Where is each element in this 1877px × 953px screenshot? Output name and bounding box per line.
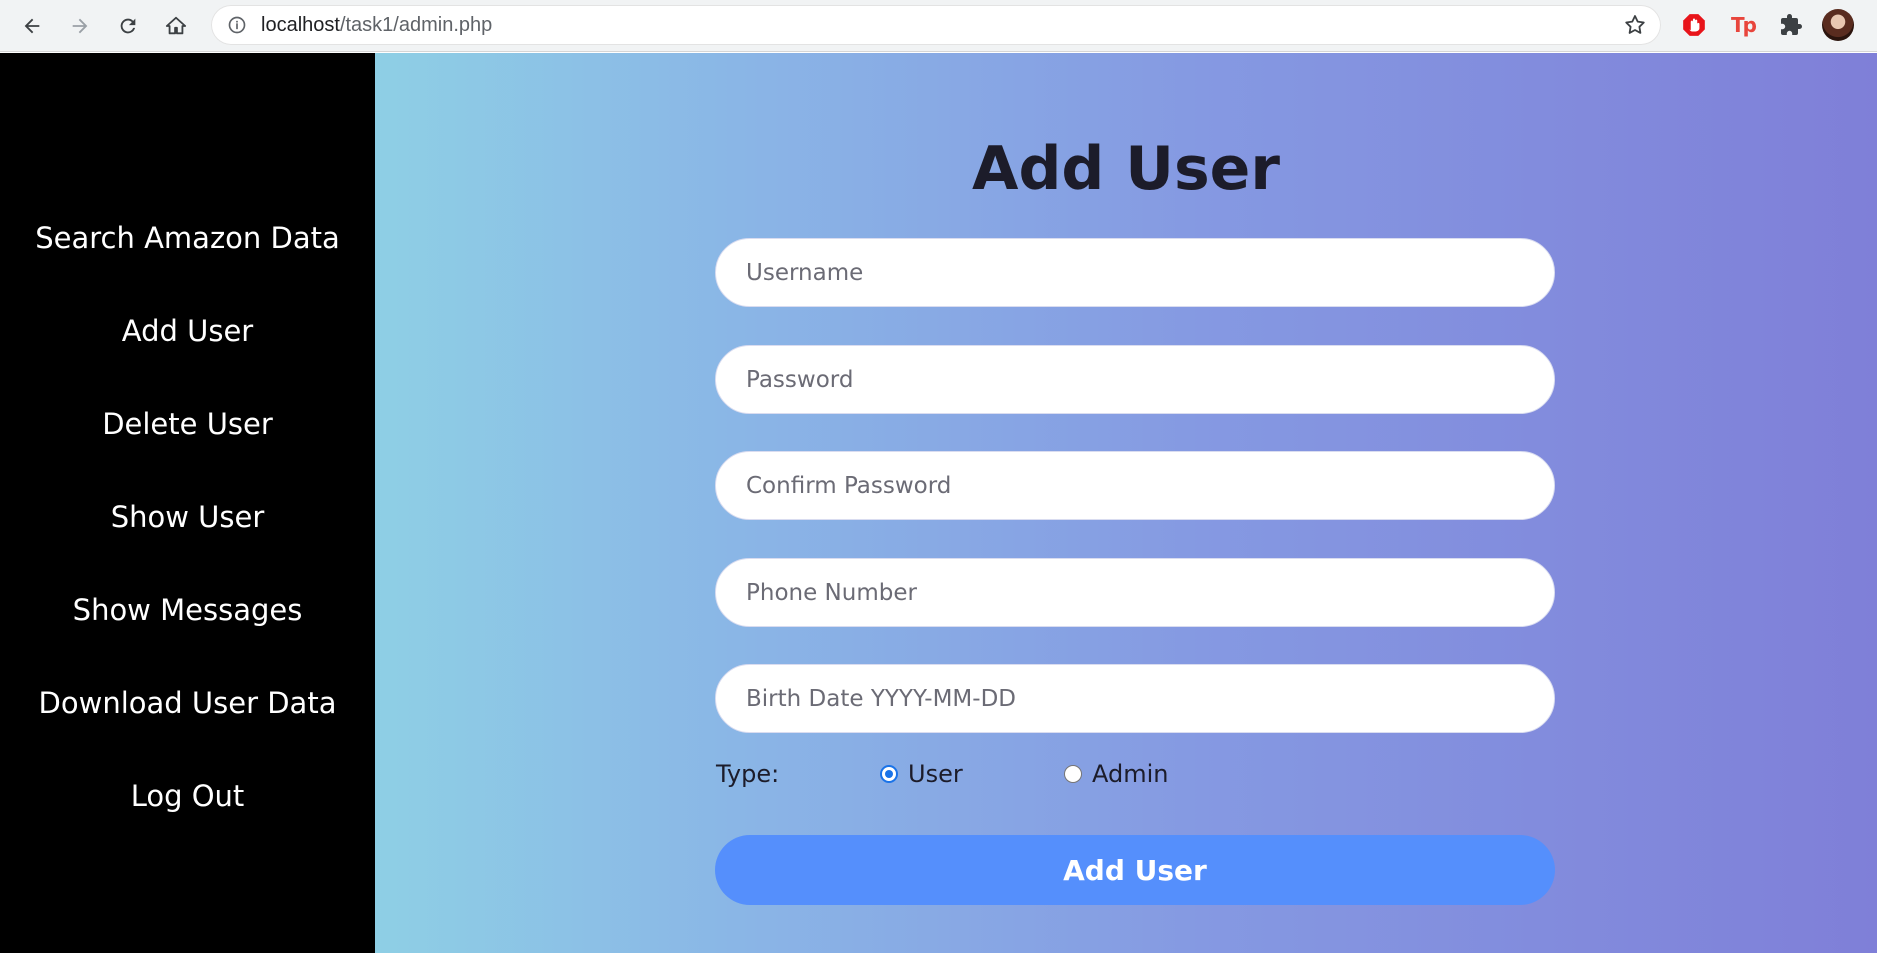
password-input[interactable] (715, 345, 1555, 414)
sidebar-item-log-out[interactable]: Log Out (0, 776, 375, 816)
adblock-extension[interactable] (1675, 6, 1713, 44)
user-radio-label: User (908, 760, 963, 788)
back-icon (24, 18, 40, 33)
profile-avatar (1822, 9, 1854, 41)
page-title: Add User (972, 134, 1280, 204)
confirm-password-input[interactable] (715, 451, 1555, 520)
type-option-admin[interactable]: Admin (1064, 757, 1169, 791)
type-option-user[interactable]: User (880, 757, 963, 791)
user-radio[interactable] (880, 765, 898, 783)
phone-number-input[interactable] (715, 558, 1555, 627)
sidebar-item-delete-user[interactable]: Delete User (0, 404, 375, 444)
extensions-puzzle-icon (1781, 14, 1802, 35)
home-button[interactable] (156, 6, 196, 46)
reload-button[interactable] (108, 6, 148, 46)
extensions-button[interactable] (1772, 6, 1810, 44)
type-label: Type: (716, 760, 780, 788)
tp-extension-icon: Tp (1731, 13, 1757, 37)
sidebar-item-show-user[interactable]: Show User (0, 497, 375, 537)
url-path: /task1/admin.php (339, 13, 493, 36)
sidebar-item-search-amazon-data[interactable]: Search Amazon Data (0, 218, 375, 258)
sidebar-item-show-messages[interactable]: Show Messages (0, 590, 375, 630)
star-icon[interactable] (1623, 13, 1647, 37)
add-user-button[interactable]: Add User (715, 835, 1555, 905)
back-button[interactable] (12, 6, 52, 46)
address-bar[interactable]: localhost/task1/admin.php (211, 5, 1661, 45)
sidebar: Search Amazon Data Add User Delete User … (0, 53, 375, 953)
birth-date-input[interactable] (715, 664, 1555, 733)
sidebar-item-download-user-data[interactable]: Download User Data (0, 683, 375, 723)
sidebar-item-add-user[interactable]: Add User (0, 311, 375, 351)
profile-button[interactable] (1819, 6, 1857, 44)
info-icon (228, 16, 246, 34)
url-host: localhost (261, 13, 340, 36)
forward-button[interactable] (60, 6, 100, 46)
reload-icon (120, 18, 136, 33)
admin-radio[interactable] (1064, 765, 1082, 783)
adblock-icon (1683, 14, 1705, 36)
url-text: localhost/task1/admin.php (261, 14, 492, 37)
browser-toolbar: localhost/task1/admin.php Tp (0, 0, 1877, 52)
main-content: Add User Type: User Admin Add User (375, 53, 1877, 953)
admin-radio-label: Admin (1092, 760, 1169, 788)
username-input[interactable] (715, 238, 1555, 307)
home-icon (165, 16, 187, 34)
tp-extension[interactable]: Tp (1724, 6, 1762, 44)
forward-icon (72, 18, 88, 33)
